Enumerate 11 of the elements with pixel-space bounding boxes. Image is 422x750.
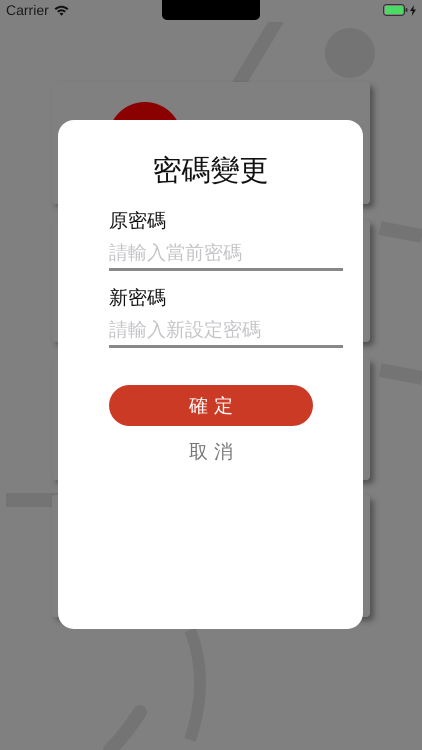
wifi-icon [54, 4, 69, 16]
confirm-button[interactable]: 確 定 [109, 385, 313, 426]
dialog-title: 密碼變更 [152, 152, 268, 189]
battery-icon [383, 4, 408, 16]
password-field[interactable]: 請輸入當前密碼 [109, 238, 343, 271]
field-label: 原密碼 [109, 209, 167, 234]
carrier-label: Carrier [6, 2, 49, 18]
password-field[interactable]: 請輸入新設定密碼 [109, 315, 343, 348]
cancel-button[interactable]: 取 消 [109, 438, 313, 466]
charging-icon [410, 4, 416, 16]
field-label: 新密碼 [109, 286, 167, 311]
